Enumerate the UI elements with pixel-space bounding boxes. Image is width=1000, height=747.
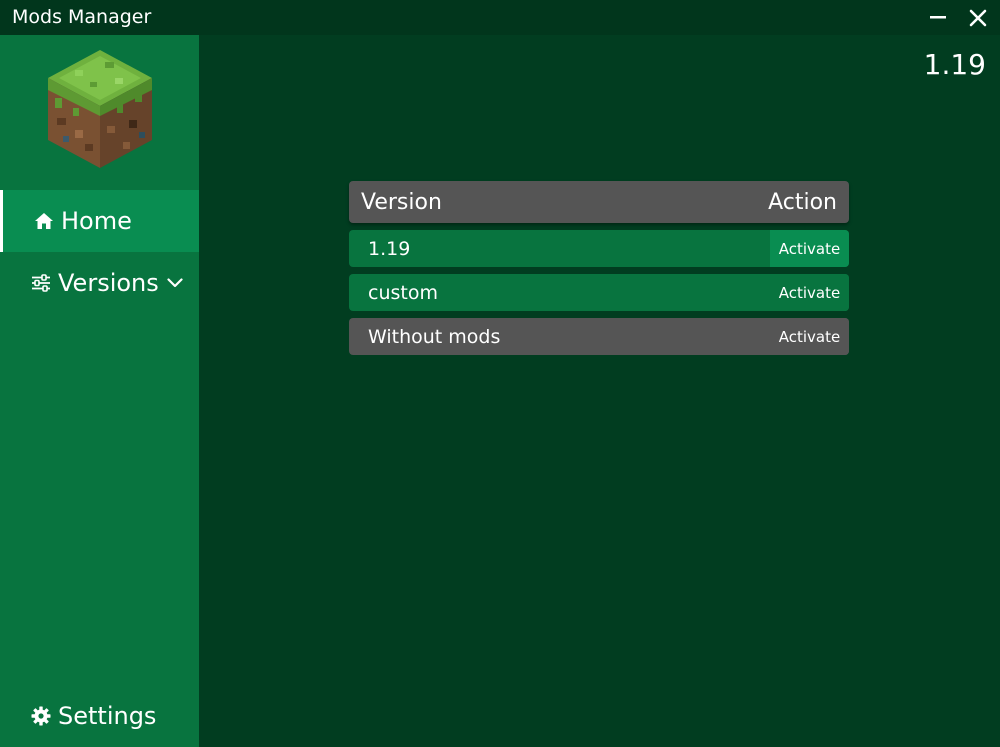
app-window: Mods Manager Home Versions Settings 1.19… [0, 0, 1000, 747]
sidebar-item-home[interactable]: Home [0, 190, 199, 252]
activate-button[interactable]: Activate [770, 230, 849, 267]
home-icon [33, 210, 55, 232]
grass-block-icon [45, 48, 155, 170]
column-header-version: Version [361, 189, 442, 215]
sidebar-item-label: Versions [58, 269, 159, 297]
table-row: Without mods Activate [349, 318, 849, 355]
title-bar[interactable]: Mods Manager [0, 0, 1000, 35]
table-header: Version Action [349, 181, 849, 223]
sidebar-item-settings[interactable]: Settings [0, 685, 199, 747]
chevron-down-icon [167, 278, 183, 288]
gear-icon [30, 705, 52, 727]
sidebar: Home Versions Settings [0, 35, 199, 747]
activate-button[interactable]: Activate [770, 274, 849, 311]
sliders-icon [30, 272, 52, 294]
sidebar-item-label: Home [61, 207, 132, 235]
minimize-icon [930, 15, 946, 18]
current-version-label: 1.19 [923, 48, 986, 81]
versions-table: Version Action 1.19 Activate custom Acti… [349, 181, 849, 355]
table-row: 1.19 Activate [349, 230, 849, 267]
window-title: Mods Manager [12, 6, 152, 28]
minimize-button[interactable] [918, 0, 958, 35]
sidebar-item-versions[interactable]: Versions [0, 252, 199, 314]
column-header-action: Action [768, 189, 837, 215]
activate-button[interactable]: Activate [770, 318, 849, 355]
table-row: custom Activate [349, 274, 849, 311]
sidebar-item-label: Settings [58, 702, 157, 730]
close-button[interactable] [958, 0, 998, 35]
close-icon [969, 9, 987, 26]
